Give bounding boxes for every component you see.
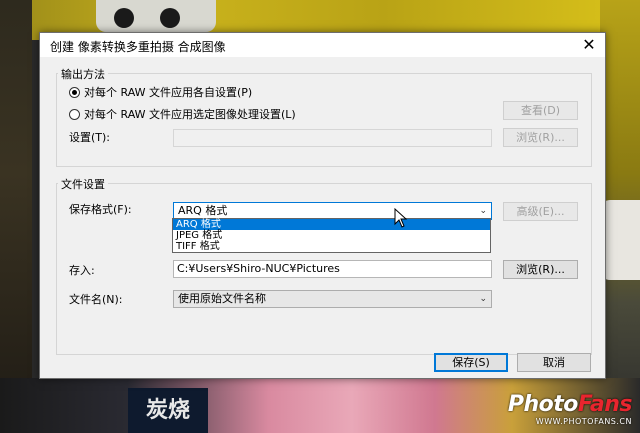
radio-apply-selected[interactable]: 对每个 RAW 文件应用选定图像处理设置(L) [69, 106, 296, 122]
figure-eye-right [160, 8, 180, 28]
file-settings-label: 文件设置 [58, 176, 108, 192]
view-button[interactable]: 查看(D) [503, 101, 578, 120]
output-method-label: 输出方法 [58, 66, 108, 82]
cancel-button[interactable]: 取消 [517, 353, 591, 372]
save-to-field[interactable]: C:¥Users¥Shiro-NUC¥Pictures [173, 260, 492, 278]
save-button[interactable]: 保存(S) [434, 353, 508, 372]
format-option-jpeg[interactable]: JPEG 格式 [173, 230, 490, 241]
radio-apply-individual[interactable]: 对每个 RAW 文件应用各自设置(P) [69, 84, 252, 100]
radio-apply-individual-label: 对每个 RAW 文件应用各自设置(P) [84, 86, 253, 99]
save-to-browse-button[interactable]: 浏览(R)... [503, 260, 578, 279]
save-format-dropdown-list: ARQ 格式 JPEG 格式 TIFF 格式 [172, 218, 491, 253]
mouse-cursor-icon [394, 208, 408, 228]
save-format-label: 保存格式(F): [69, 203, 132, 216]
radio-apply-selected-label: 对每个 RAW 文件应用选定图像处理设置(L) [84, 108, 296, 121]
watermark: PhotoFans WWW.PHOTOFANS.CN [507, 392, 633, 426]
composite-dialog: 创建 像素转换多重拍摄 合成图像 ✕ 输出方法 对每个 RAW 文件应用各自设置… [39, 32, 606, 379]
close-icon[interactable]: ✕ [579, 35, 599, 55]
background-left [0, 0, 32, 433]
settings-label: 设置(T): [69, 131, 111, 144]
chevron-down-icon: ⌄ [479, 206, 487, 216]
radio-unselected-icon [69, 108, 80, 120]
advanced-button[interactable]: 高级(E)... [503, 202, 578, 221]
radio-selected-icon [69, 86, 80, 98]
filename-label: 文件名(N): [69, 293, 123, 306]
settings-browse-button[interactable]: 浏览(R)... [503, 128, 578, 147]
format-option-arq[interactable]: ARQ 格式 [173, 219, 490, 230]
filename-select[interactable]: 使用原始文件名称 ⌄ [173, 290, 492, 308]
figure-eye-left [114, 8, 134, 28]
settings-field[interactable] [173, 129, 492, 147]
save-format-value: ARQ 格式 [178, 204, 228, 217]
watermark-logo-left: Photo [507, 392, 579, 417]
filename-value: 使用原始文件名称 [178, 292, 266, 305]
save-to-label: 存入: [69, 264, 95, 277]
watermark-logo-right: Fans [577, 392, 633, 417]
dialog-title: 创建 像素转换多重拍摄 合成图像 [50, 40, 226, 54]
background-sign: 炭烧 [128, 388, 208, 433]
watermark-logo: PhotoFans [507, 392, 633, 417]
background-figure-right [600, 200, 640, 280]
title-bar: 创建 像素转换多重拍摄 合成图像 ✕ [40, 33, 605, 57]
background-figure-top [96, 0, 216, 32]
watermark-url: WWW.PHOTOFANS.CN [535, 417, 632, 426]
chevron-down-icon: ⌄ [479, 294, 487, 304]
format-option-tiff[interactable]: TIFF 格式 [173, 241, 490, 252]
